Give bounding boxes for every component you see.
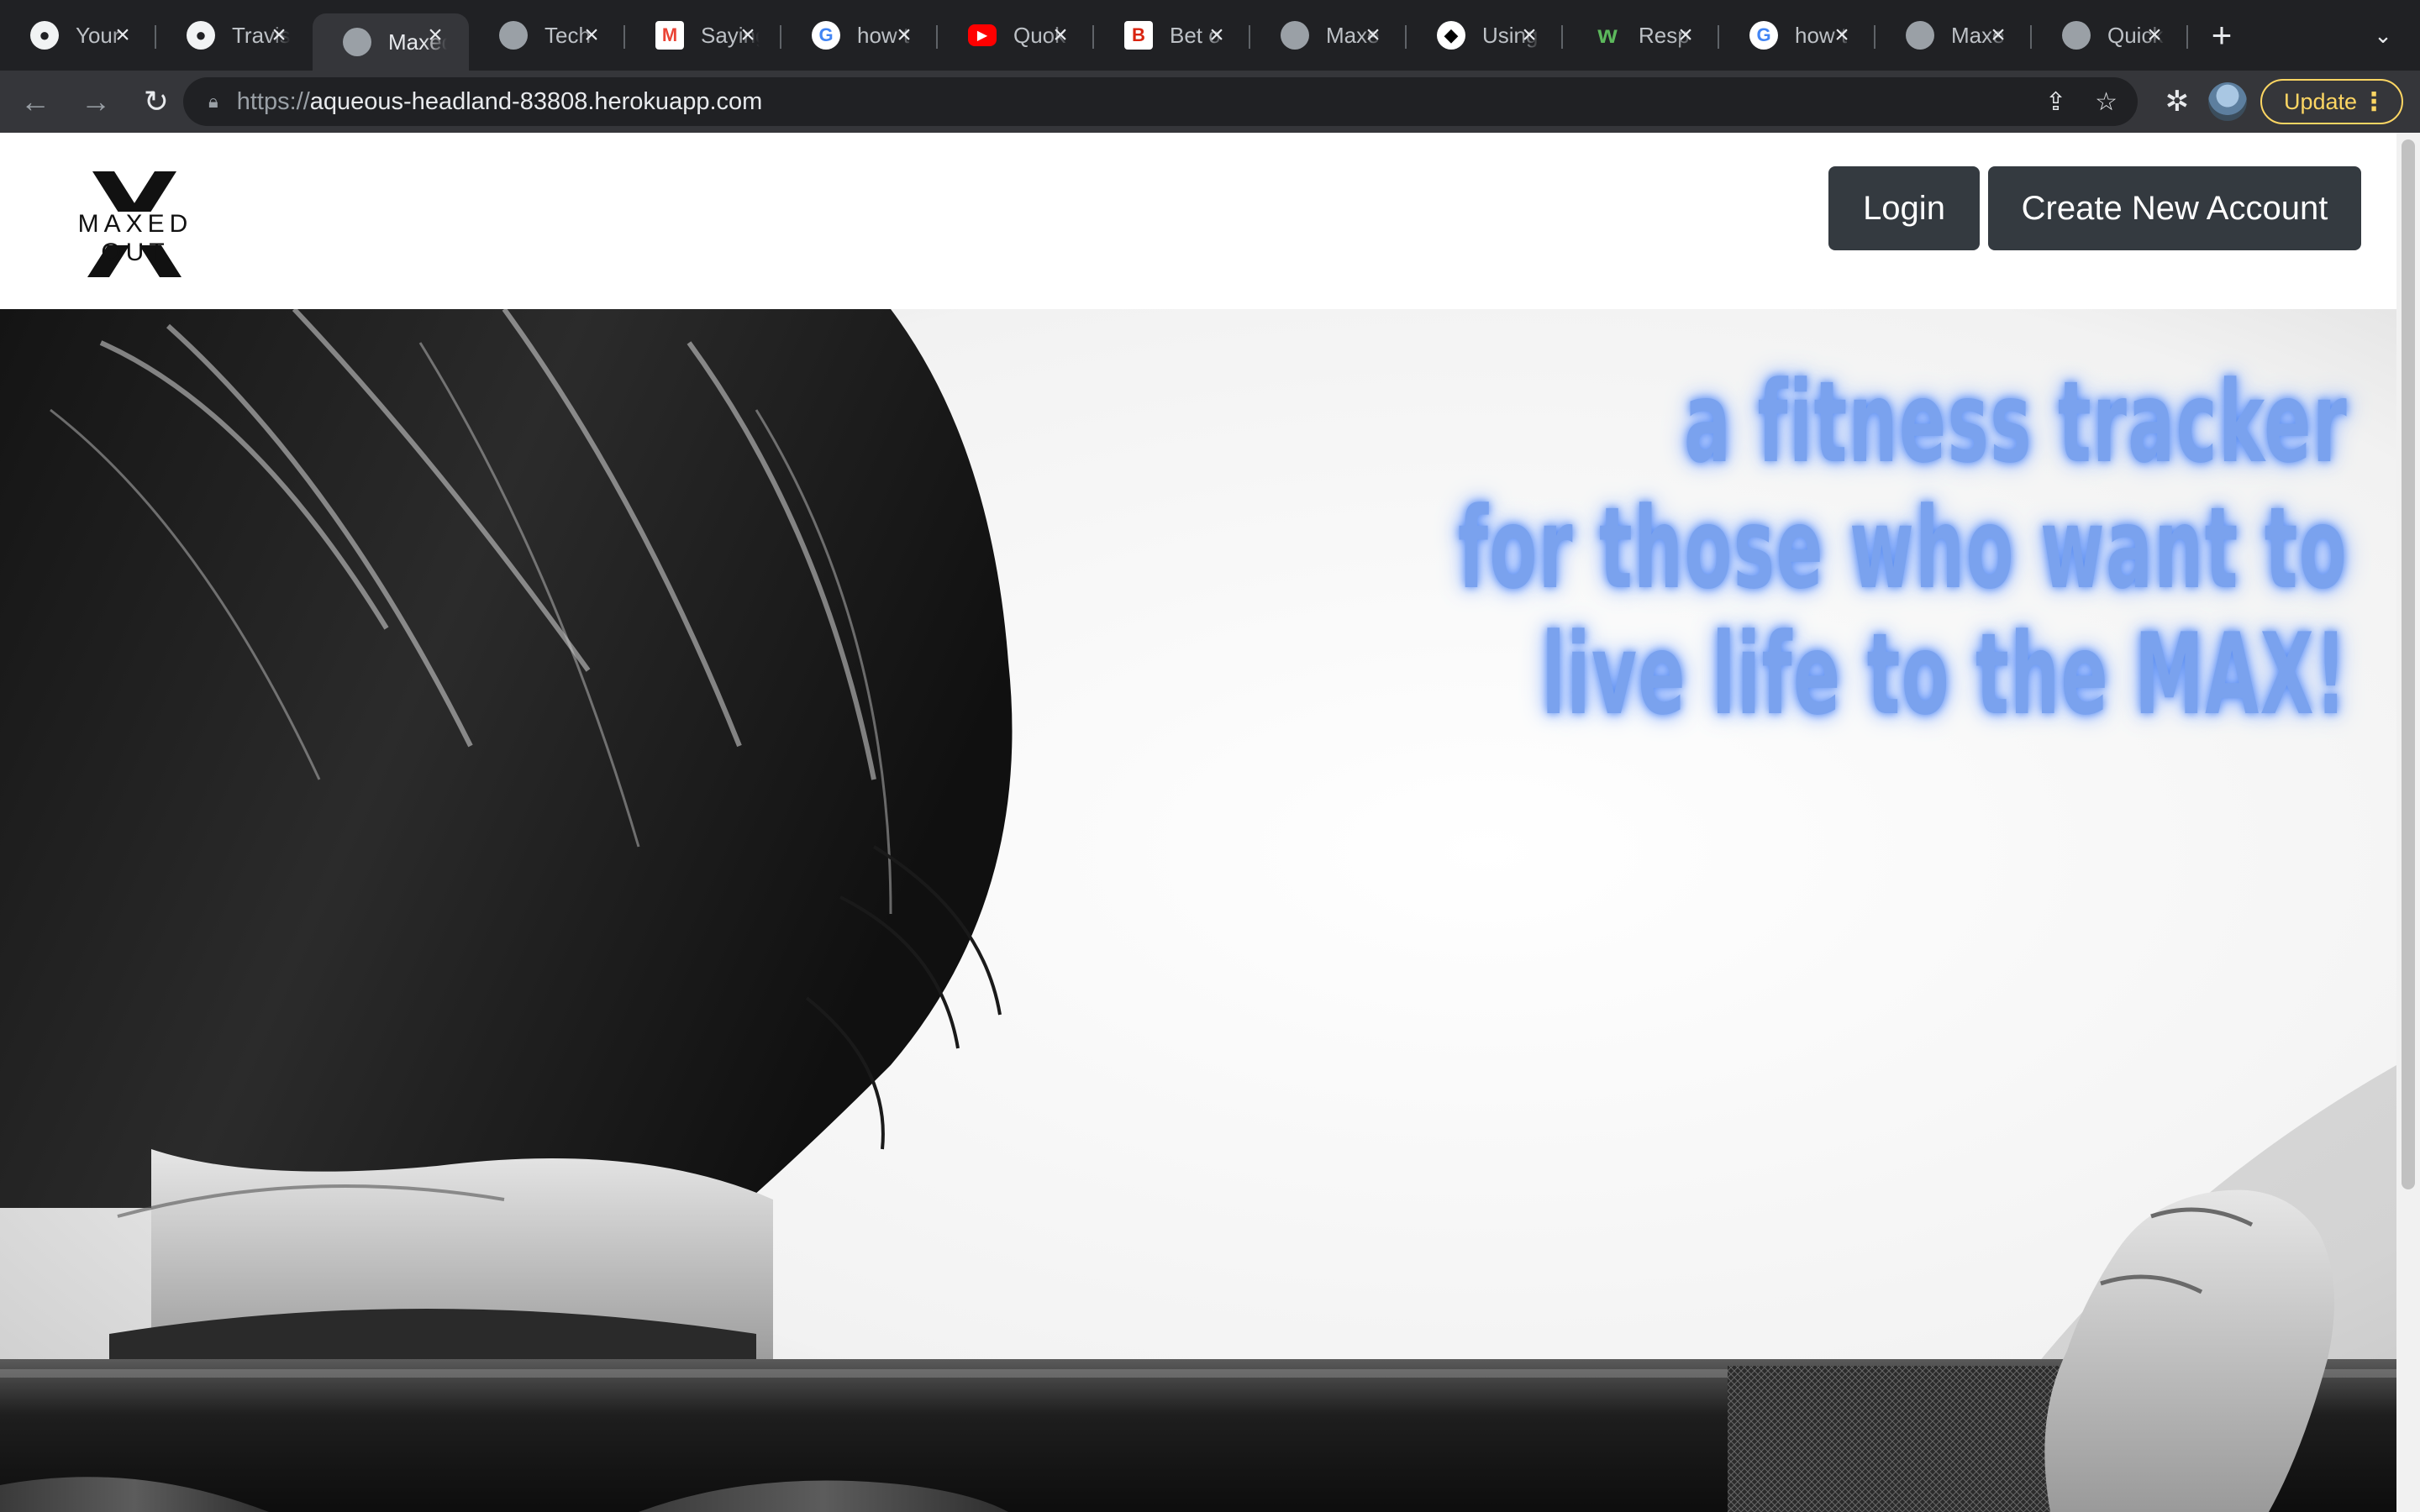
page-scrollbar-thumb[interactable] — [2402, 139, 2415, 1189]
gmail-icon: M — [655, 21, 684, 50]
browser-tab[interactable]: Maxe × — [1250, 0, 1407, 71]
youtube-icon: ▶ — [968, 24, 997, 46]
close-tab-icon[interactable]: × — [736, 21, 760, 49]
profile-avatar[interactable] — [2208, 82, 2247, 121]
close-tab-icon[interactable]: × — [424, 21, 447, 49]
browser-tab[interactable]: M Saying × — [625, 0, 781, 71]
browser-tab[interactable]: G how t × — [1719, 0, 1876, 71]
reload-icon[interactable]: ↻ — [131, 76, 182, 127]
tagline-line-3: live life to the MAX! — [1541, 609, 2348, 740]
github-icon: ● — [187, 21, 215, 50]
close-tab-icon[interactable]: × — [1518, 21, 1541, 49]
browser-tab[interactable]: ● Your × — [0, 0, 156, 71]
new-tab-icon[interactable]: + — [2188, 0, 2255, 71]
github-icon: ● — [30, 21, 59, 50]
shield-icon: ◆ — [1437, 21, 1465, 50]
browser-tab-strip: ● Your × ● Travis × Maxed × Tech × M Say… — [0, 0, 2420, 71]
globe-icon — [1906, 21, 1934, 50]
globe-icon — [499, 21, 528, 50]
hero-section: a fitness tracker for those who want to … — [0, 309, 2396, 1512]
tagline-line-1: a fitness tracker — [1683, 357, 2348, 488]
google-icon: G — [812, 21, 840, 50]
tagline-line-2: for those who want to — [1457, 483, 2348, 614]
share-icon[interactable]: ⇪ — [2045, 87, 2066, 117]
forward-arrow-icon[interactable]: → — [71, 76, 121, 127]
lock-icon[interactable]: 🔒︎ — [208, 91, 218, 113]
browser-tab[interactable]: G how t × — [781, 0, 938, 71]
web-page: MAXED OUT Login Create New Account a fit… — [0, 133, 2396, 1512]
update-label: Update — [2284, 88, 2358, 114]
close-tab-icon[interactable]: × — [1361, 21, 1385, 49]
close-tab-icon[interactable]: × — [111, 21, 134, 49]
site-header: MAXED OUT Login Create New Account — [0, 133, 2396, 309]
google-icon: G — [1749, 21, 1778, 50]
browser-tab[interactable]: ▶ Quok × — [938, 0, 1094, 71]
browser-tab[interactable]: Tech × — [469, 0, 625, 71]
bootswatch-icon: B — [1124, 21, 1153, 50]
create-account-button[interactable]: Create New Account — [1988, 166, 2361, 250]
maxed-out-logo[interactable]: MAXED OUT — [42, 170, 227, 279]
browser-tab[interactable]: ● Travis × — [156, 0, 313, 71]
browser-tab[interactable]: B Bet o × — [1094, 0, 1250, 71]
close-tab-icon[interactable]: × — [1986, 21, 2010, 49]
hero-tagline: a fitness tracker for those who want to … — [1202, 360, 2348, 738]
url-host: aqueous-headland-83808.herokuapp.com — [309, 87, 763, 115]
w3-icon: w — [1597, 21, 1618, 49]
globe-icon — [2062, 21, 2091, 50]
close-tab-icon[interactable]: × — [580, 21, 603, 49]
globe-icon — [1281, 21, 1309, 50]
bookmark-star-icon[interactable]: ☆ — [2095, 87, 2118, 117]
login-button[interactable]: Login — [1828, 166, 1980, 250]
close-tab-icon[interactable]: × — [267, 21, 291, 49]
browser-tab[interactable]: w Resp × — [1563, 0, 1719, 71]
tab-search-chevron-icon[interactable]: ⌄ — [2366, 18, 2400, 52]
close-tab-icon[interactable]: × — [1830, 21, 1854, 49]
browser-tab[interactable]: Quick × — [2032, 0, 2188, 71]
close-tab-icon[interactable]: × — [2143, 21, 2166, 49]
address-bar[interactable]: 🔒︎ https:// aqueous-headland-83808.herok… — [183, 77, 2138, 126]
close-tab-icon[interactable]: × — [892, 21, 916, 49]
update-button[interactable]: Update ⋮ — [2260, 79, 2403, 124]
browser-toolbar: ← → ↻ 🔒︎ https:// aqueous-headland-83808… — [0, 71, 2420, 133]
logo-text: MAXED OUT — [77, 210, 193, 266]
globe-icon — [343, 28, 371, 56]
extensions-puzzle-icon[interactable]: ✲ — [2156, 81, 2198, 123]
browser-tab[interactable]: Maxe × — [1876, 0, 2032, 71]
close-tab-icon[interactable]: × — [1205, 21, 1228, 49]
back-arrow-icon[interactable]: ← — [10, 76, 60, 127]
more-vertical-icon: ⋮ — [2361, 87, 2386, 116]
tab-separator — [2186, 25, 2188, 49]
close-tab-icon[interactable]: × — [1674, 21, 1697, 49]
browser-tab[interactable]: ◆ Using × — [1407, 0, 1563, 71]
close-tab-icon[interactable]: × — [1049, 21, 1072, 49]
url-scheme: https:// — [236, 87, 310, 115]
browser-tab-active[interactable]: Maxed × — [313, 13, 469, 71]
